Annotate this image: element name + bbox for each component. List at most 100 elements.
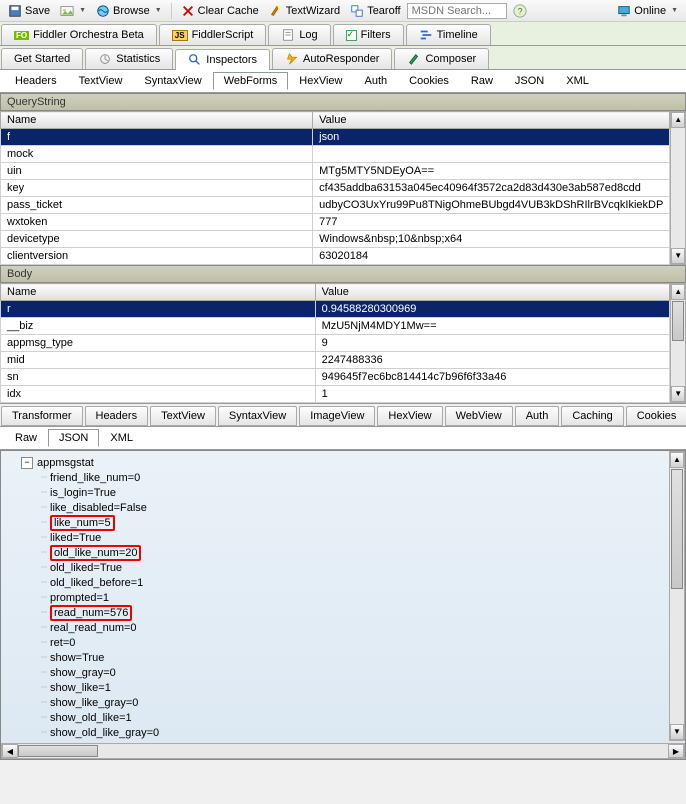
subtab-textview[interactable]: TextView (68, 72, 134, 90)
scroll-thumb[interactable] (671, 469, 683, 589)
scroll-down-button[interactable]: ▼ (670, 724, 684, 740)
body-grid[interactable]: Name Value r0.94588280300969__bizMzU5NjM… (0, 283, 670, 403)
tab-fiddler-orchestra[interactable]: FOFiddler Orchestra Beta (1, 24, 157, 45)
resp-subtab-json[interactable]: JSON (48, 429, 99, 447)
table-row[interactable]: appmsg_type9 (1, 335, 670, 352)
table-row[interactable]: devicetypeWindows&nbsp;10&nbsp;x64 (1, 231, 670, 248)
collapse-icon[interactable]: − (21, 457, 33, 469)
scroll-thumb[interactable] (18, 745, 98, 757)
tree-item[interactable]: ⋯show_like=1 (1, 680, 685, 695)
cell-name[interactable]: uin (1, 163, 313, 180)
table-row[interactable]: wxtoken777 (1, 214, 670, 231)
cell-name[interactable]: pass_ticket (1, 197, 313, 214)
save-button[interactable]: Save (4, 3, 54, 19)
cell-value[interactable]: 777 (313, 214, 670, 231)
tree-item[interactable]: ⋯prompted=1 (1, 590, 685, 605)
resp-tab-transformer[interactable]: Transformer (1, 406, 83, 426)
cell-name[interactable]: mid (1, 352, 316, 369)
tree-item[interactable]: ⋯is_login=True (1, 485, 685, 500)
subtab-headers[interactable]: Headers (4, 72, 68, 90)
subtab-json[interactable]: JSON (504, 72, 555, 90)
cell-value[interactable]: Windows&nbsp;10&nbsp;x64 (313, 231, 670, 248)
column-value[interactable]: Value (315, 284, 670, 301)
table-row[interactable]: clientversion63020184 (1, 248, 670, 265)
tab-statistics[interactable]: Statistics (85, 48, 173, 69)
cell-name[interactable]: mock (1, 146, 313, 163)
scroll-up-button[interactable]: ▲ (671, 284, 685, 300)
tree-item[interactable]: ⋯like_disabled=False (1, 500, 685, 515)
tree-item[interactable]: ⋯old_liked=True (1, 560, 685, 575)
image-button[interactable]: ▼ (56, 3, 90, 19)
tree-root[interactable]: − appmsgstat (1, 455, 685, 470)
tree-vscrollbar[interactable]: ▲ ▼ (669, 451, 685, 741)
cell-value[interactable]: udbyCO3UxYru99Pu8TNigOhmeBUbgd4VUB3kDShR… (313, 197, 670, 214)
table-row[interactable]: sn949645f7ec6bc814414c7b96f6f33a46 (1, 369, 670, 386)
cell-value[interactable]: 63020184 (313, 248, 670, 265)
tree-item[interactable]: ⋯old_like_num=20 (1, 545, 685, 560)
tab-autoresponder[interactable]: AutoResponder (272, 48, 392, 69)
cell-value[interactable]: 9 (315, 335, 670, 352)
scroll-right-button[interactable]: ▶ (668, 744, 684, 758)
tree-hscrollbar[interactable]: ◀ ▶ (1, 743, 685, 759)
textwizard-button[interactable]: TextWizard (265, 3, 344, 19)
tab-get-started[interactable]: Get Started (1, 48, 83, 69)
cell-name[interactable]: wxtoken (1, 214, 313, 231)
tree-item[interactable]: ⋯show_old_like_gray=0 (1, 725, 685, 740)
cell-name[interactable]: r (1, 301, 316, 318)
cell-name[interactable]: f (1, 129, 313, 146)
column-value[interactable]: Value (313, 112, 670, 129)
subtab-cookies[interactable]: Cookies (398, 72, 460, 90)
tree-item[interactable]: ⋯ret=0 (1, 635, 685, 650)
subtab-raw[interactable]: Raw (460, 72, 504, 90)
tab-inspectors[interactable]: Inspectors (175, 49, 270, 70)
cell-name[interactable]: __biz (1, 318, 316, 335)
tree-item[interactable]: ⋯show_old_like=1 (1, 710, 685, 725)
subtab-webforms[interactable]: WebForms (213, 72, 289, 90)
msdn-search-input[interactable] (407, 3, 507, 19)
tree-item[interactable]: ⋯show=True (1, 650, 685, 665)
tab-filters[interactable]: Filters (333, 24, 404, 45)
resp-tab-textview[interactable]: TextView (150, 406, 216, 426)
subtab-xml[interactable]: XML (555, 72, 600, 90)
resp-tab-imageview[interactable]: ImageView (299, 406, 375, 426)
table-row[interactable]: mock (1, 146, 670, 163)
resp-tab-caching[interactable]: Caching (561, 406, 623, 426)
querystring-grid[interactable]: Name Value fjsonmockuinMTg5MTY5NDEyOA==k… (0, 111, 670, 265)
table-row[interactable]: mid2247488336 (1, 352, 670, 369)
cell-value[interactable]: json (313, 129, 670, 146)
subtab-auth[interactable]: Auth (354, 72, 399, 90)
cell-name[interactable]: devicetype (1, 231, 313, 248)
json-tree[interactable]: − appmsgstat ⋯friend_like_num=0⋯is_login… (1, 451, 685, 743)
tree-item[interactable]: ⋯like_num=5 (1, 515, 685, 530)
cell-value[interactable]: MTg5MTY5NDEyOA== (313, 163, 670, 180)
tab-fiddlerscript[interactable]: JSFiddlerScript (159, 24, 267, 45)
online-button[interactable]: Online▼ (613, 3, 682, 19)
resp-tab-webview[interactable]: WebView (445, 406, 513, 426)
tree-item[interactable]: ⋯liked=True (1, 530, 685, 545)
resp-tab-auth[interactable]: Auth (515, 406, 560, 426)
scroll-down-button[interactable]: ▼ (671, 248, 685, 264)
table-row[interactable]: __bizMzU5NjM4MDY1Mw== (1, 318, 670, 335)
resp-tab-hexview[interactable]: HexView (377, 406, 442, 426)
browse-button[interactable]: Browse▼ (92, 3, 166, 19)
tree-item[interactable]: ⋯real_read_num=0 (1, 620, 685, 635)
cell-value[interactable]: 2247488336 (315, 352, 670, 369)
table-row[interactable]: r0.94588280300969 (1, 301, 670, 318)
tearoff-button[interactable]: Tearoff (346, 3, 404, 19)
column-name[interactable]: Name (1, 112, 313, 129)
tree-item[interactable]: ⋯show_gray=0 (1, 665, 685, 680)
tree-item[interactable]: ⋯read_num=576 (1, 605, 685, 620)
table-row[interactable]: idx1 (1, 386, 670, 403)
cell-name[interactable]: key (1, 180, 313, 197)
resp-tab-headers[interactable]: Headers (85, 406, 149, 426)
resp-subtab-raw[interactable]: Raw (4, 429, 48, 447)
help-button[interactable]: ? (509, 3, 531, 19)
cell-value[interactable]: 1 (315, 386, 670, 403)
scroll-left-button[interactable]: ◀ (2, 744, 18, 758)
tree-item[interactable]: ⋯show_like_gray=0 (1, 695, 685, 710)
resp-tab-syntaxview[interactable]: SyntaxView (218, 406, 297, 426)
scroll-up-button[interactable]: ▲ (670, 452, 684, 468)
table-row[interactable]: uinMTg5MTY5NDEyOA== (1, 163, 670, 180)
clear-cache-button[interactable]: Clear Cache (177, 3, 263, 19)
cell-value[interactable]: 0.94588280300969 (315, 301, 670, 318)
